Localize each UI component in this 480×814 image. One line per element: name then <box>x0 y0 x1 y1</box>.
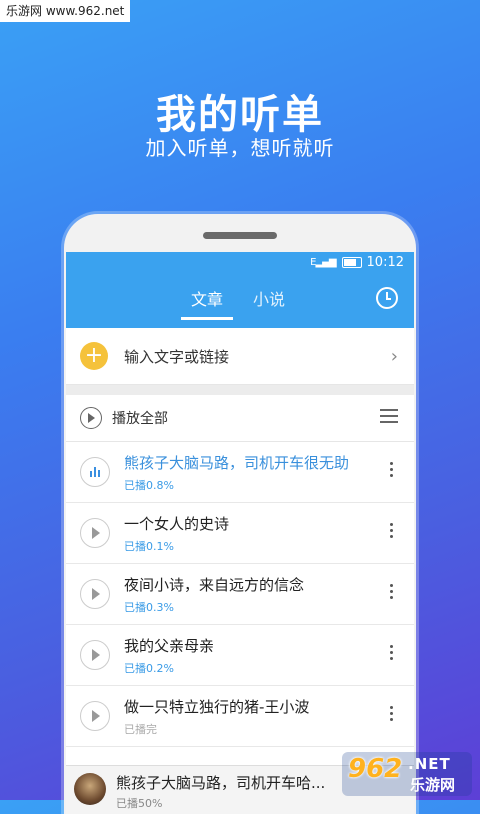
play-all-icon <box>80 407 102 429</box>
chevron-right-icon: › <box>390 346 398 367</box>
more-vertical-icon[interactable] <box>390 584 394 602</box>
phone-frame: E▂▄▆ 10:12 文章 小说 + 输入文字或链接 › 播放全部 熊孩子大脑马… <box>64 214 416 814</box>
item-progress: 已播完 <box>124 723 157 736</box>
item-title: 我的父亲母亲 <box>124 637 215 655</box>
list-item[interactable]: 一个女人的史诗 已播0.1% <box>66 503 414 564</box>
item-progress: 已播0.2% <box>124 662 174 675</box>
more-vertical-icon[interactable] <box>390 523 394 541</box>
status-bar: E▂▄▆ 10:12 <box>66 252 414 272</box>
item-title: 一个女人的史诗 <box>124 515 230 533</box>
plus-icon: + <box>80 342 108 370</box>
play-icon[interactable] <box>80 518 110 548</box>
watermark: 乐游网 www.962.net <box>0 0 131 22</box>
mini-player-progress: 已播50% <box>116 797 163 810</box>
hero-subtitle: 加入听单，想听就听 <box>145 136 335 160</box>
play-all-row[interactable]: 播放全部 <box>66 395 414 442</box>
more-vertical-icon[interactable] <box>390 706 394 724</box>
status-time: 10:12 <box>366 254 404 270</box>
play-icon[interactable] <box>80 579 110 609</box>
logo-number: 962 <box>348 754 403 784</box>
item-title: 做一只特立独行的猪-王小波 <box>124 698 310 716</box>
list-item[interactable]: 夜间小诗，来自远方的信念 已播0.3% <box>66 564 414 625</box>
list-item[interactable]: 熊孩子大脑马路，司机开车很无助 已播0.8% <box>66 442 414 503</box>
tab-novel[interactable]: 小说 <box>253 286 285 310</box>
input-row-label: 输入文字或链接 <box>124 347 230 366</box>
signal-label: E <box>310 256 316 268</box>
play-icon[interactable] <box>80 640 110 670</box>
app-bar: 文章 小说 <box>66 272 414 328</box>
battery-icon <box>341 256 362 268</box>
list-item[interactable]: 做一只特立独行的猪-王小波 已播完 <box>66 686 414 747</box>
item-progress: 已播0.1% <box>124 540 174 553</box>
tab-article[interactable]: 文章 <box>191 286 223 310</box>
item-progress: 已播0.8% <box>124 479 174 492</box>
phone-speaker <box>203 232 277 239</box>
logo-suffix: .NET <box>408 755 451 773</box>
signal-icon: E▂▄▆ <box>310 256 336 268</box>
item-progress: 已播0.3% <box>124 601 174 614</box>
history-clock-icon[interactable] <box>376 287 398 309</box>
tab-active-indicator <box>181 317 233 320</box>
album-cover[interactable] <box>74 773 106 805</box>
site-logo: 962 .NET 乐游网 <box>342 752 472 796</box>
app-screen: E▂▄▆ 10:12 文章 小说 + 输入文字或链接 › 播放全部 熊孩子大脑马… <box>66 252 414 814</box>
play-all-label: 播放全部 <box>112 411 168 427</box>
section-divider <box>66 385 414 395</box>
mini-player-title: 熊孩子大脑马路，司机开车哈... <box>116 774 326 792</box>
item-title: 夜间小诗，来自远方的信念 <box>124 576 305 594</box>
input-text-or-link-row[interactable]: + 输入文字或链接 › <box>66 328 414 385</box>
list-item[interactable]: 我的父亲母亲 已播0.2% <box>66 625 414 686</box>
play-icon[interactable] <box>80 701 110 731</box>
item-title: 熊孩子大脑马路，司机开车很无助 <box>124 454 350 472</box>
more-vertical-icon[interactable] <box>390 462 394 480</box>
now-playing-icon[interactable] <box>80 457 110 487</box>
list-menu-icon[interactable] <box>380 409 398 427</box>
more-vertical-icon[interactable] <box>390 645 394 663</box>
logo-chinese: 乐游网 <box>410 776 456 794</box>
